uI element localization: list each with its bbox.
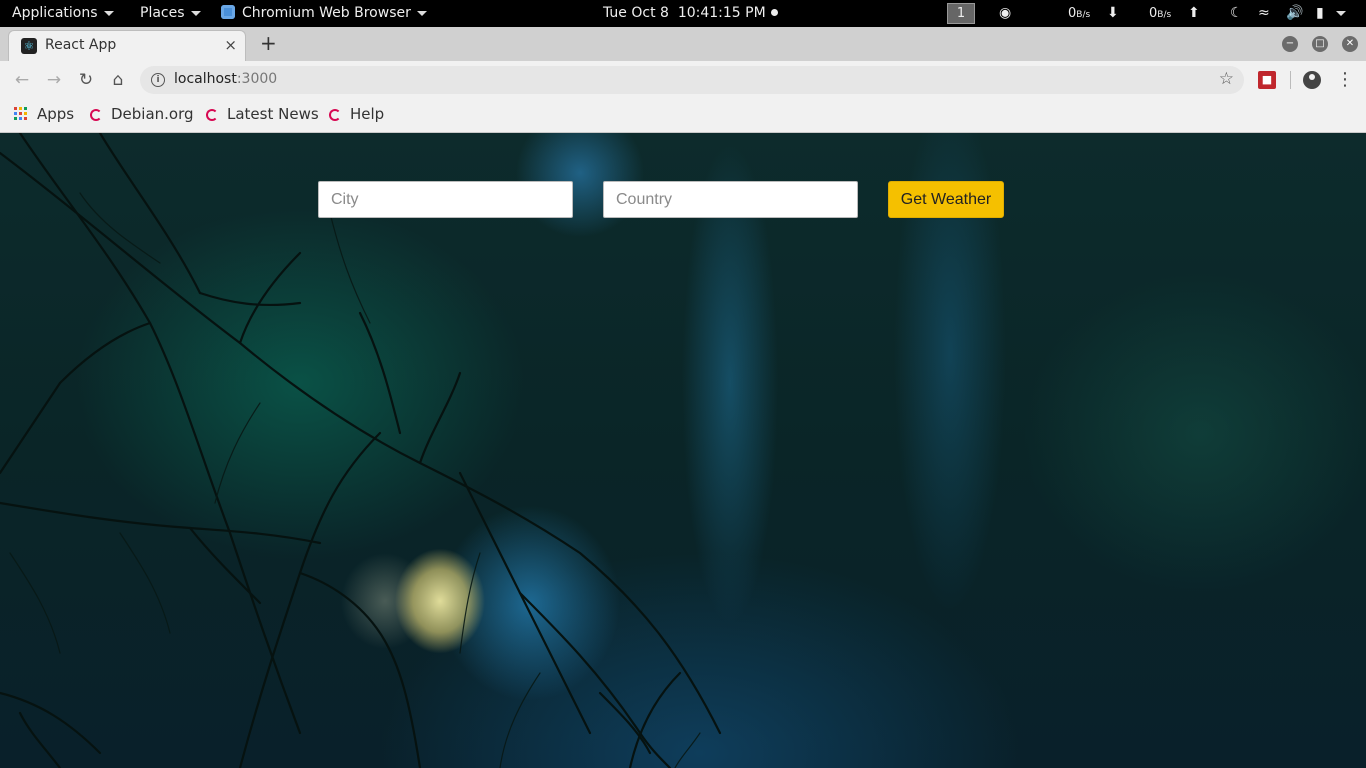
active-app-label: Chromium Web Browser [242, 5, 411, 21]
night-mode-icon[interactable]: ☾ [1230, 0, 1243, 27]
bookmark-latest-news[interactable]: Latest News [206, 99, 319, 129]
arrow-up-icon: ⬆ [1188, 5, 1200, 21]
bookmark-debian[interactable]: Debian.org [90, 99, 194, 129]
clock-label: Tue Oct 8 10:41:15 PM [603, 5, 766, 21]
country-input[interactable] [603, 181, 858, 218]
places-menu-label: Places [140, 5, 185, 21]
home-button[interactable]: ⌂ [106, 61, 130, 99]
maximize-icon[interactable]: □ [1312, 36, 1328, 52]
url-port: :3000 [236, 71, 278, 87]
bookmark-label: Help [350, 105, 385, 123]
bookmark-apps[interactable]: Apps [14, 99, 74, 129]
workspace-indicator[interactable]: 1 [947, 0, 975, 27]
bookmark-label: Debian.org [111, 105, 194, 123]
new-tab-button[interactable]: + [260, 33, 277, 53]
tab-strip: ⚛ React App × [0, 27, 1366, 61]
weather-form: Get Weather [0, 133, 1366, 233]
close-window-icon[interactable]: ✕ [1342, 36, 1358, 52]
account-icon[interactable] [1303, 71, 1321, 89]
debian-swirl-icon [329, 109, 341, 121]
net-down-unit: B/s [1076, 10, 1091, 20]
volume-icon[interactable]: 🔊 [1286, 0, 1303, 27]
extension-icon[interactable]: ■ [1258, 71, 1276, 89]
system-menu-chevron-icon[interactable] [1336, 0, 1346, 27]
bookmark-label: Latest News [227, 105, 319, 123]
debian-swirl-icon [90, 109, 102, 121]
tab-close-icon[interactable]: × [224, 36, 237, 54]
video-camera-icon[interactable]: ◉ [999, 0, 1011, 27]
net-up-unit: B/s [1157, 10, 1172, 20]
minimize-icon[interactable]: − [1282, 36, 1298, 52]
toolbar-divider [1290, 71, 1291, 89]
react-logo-icon: ⚛ [21, 38, 37, 54]
bookmark-label: Apps [37, 105, 75, 123]
places-menu[interactable]: Places [140, 0, 201, 27]
apps-grid-icon [14, 107, 27, 120]
top-panel: Applications Places Chromium Web Browser… [0, 0, 1366, 27]
city-input[interactable] [318, 181, 573, 218]
net-down-rate: 0B/s [1068, 0, 1090, 27]
url-host: localhost [174, 71, 237, 87]
bookmarks-bar: Apps Debian.org Latest News Help [0, 99, 1366, 133]
clock[interactable]: Tue Oct 8 10:41:15 PM [603, 0, 778, 27]
wifi-icon[interactable]: ≈ [1258, 0, 1270, 27]
debian-swirl-icon [206, 109, 218, 121]
active-app-menu[interactable]: Chromium Web Browser [221, 0, 427, 27]
battery-icon[interactable]: ▮ [1316, 0, 1324, 27]
site-info-icon[interactable]: i [151, 73, 165, 87]
tab-react-app[interactable]: ⚛ React App × [8, 30, 246, 61]
chevron-down-icon [190, 10, 201, 16]
get-weather-button[interactable]: Get Weather [888, 181, 1004, 218]
reload-button[interactable]: ↻ [74, 61, 98, 99]
page-viewport: Get Weather [0, 133, 1366, 768]
notification-dot-icon [770, 9, 778, 16]
chevron-down-icon [103, 10, 114, 16]
applications-menu-label: Applications [12, 5, 98, 21]
tab-title: React App [45, 37, 117, 53]
browser-menu-icon[interactable]: ⋮ [1336, 61, 1354, 99]
back-button[interactable]: ← [10, 61, 34, 99]
address-bar[interactable]: i localhost:3000 ☆ [140, 66, 1244, 94]
url-text[interactable]: localhost:3000 [174, 71, 277, 87]
arrow-down-icon: ⬇ [1107, 5, 1119, 21]
chevron-down-icon [416, 10, 427, 16]
applications-menu[interactable]: Applications [12, 0, 114, 27]
bookmark-help[interactable]: Help [329, 99, 384, 129]
bookmark-star-icon[interactable]: ☆ [1219, 69, 1234, 89]
browser-toolbar: ← → ↻ ⌂ i localhost:3000 ☆ [0, 61, 1366, 99]
net-up-rate: 0B/s [1149, 0, 1171, 27]
workspace-number: 1 [947, 3, 975, 24]
chromium-icon [221, 5, 235, 19]
forward-button[interactable]: → [42, 61, 66, 99]
